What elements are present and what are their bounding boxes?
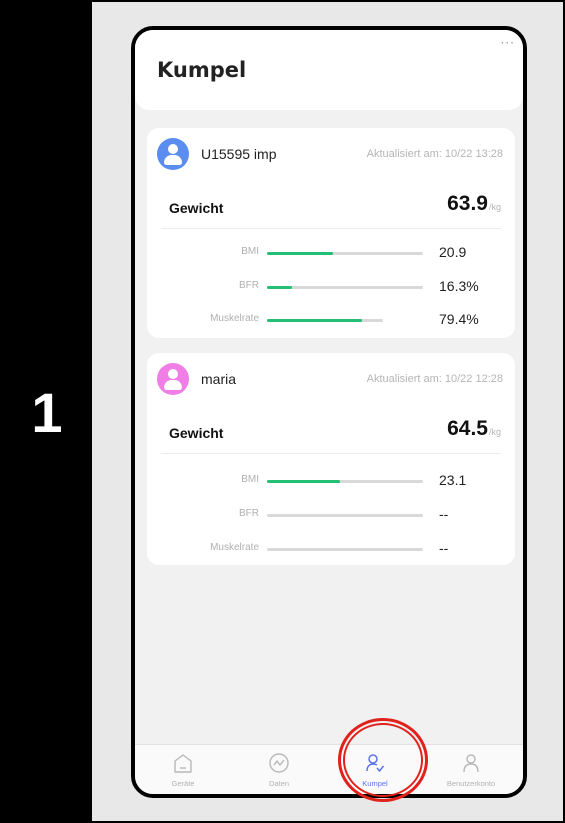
metric-value: 79.4% — [439, 311, 479, 327]
metric-value: 20.9 — [439, 244, 467, 260]
divider — [161, 453, 501, 454]
metric-row-bmi: BMI 23.1 — [147, 471, 515, 491]
instruction-frame: 1 Kumpel ··· U15595 imp Aktualisiert am:… — [0, 0, 565, 823]
metric-value: 16.3% — [439, 278, 479, 294]
app-header: Kumpel — [135, 30, 523, 110]
user-card[interactable]: maria Aktualisiert am: 10/22 12:28 Gewic… — [147, 353, 515, 565]
step-number: 1 — [31, 381, 63, 444]
metric-row-muskelrate: Muskelrate 79.4% — [147, 310, 515, 330]
tab-benutzerkonto[interactable]: Benutzerkonto — [423, 745, 519, 794]
metric-row-bmi: BMI 20.9 — [147, 243, 515, 263]
page-title: Kumpel — [157, 58, 247, 82]
updated-timestamp: Aktualisiert am: 10/22 12:28 — [366, 373, 503, 385]
metric-bar — [267, 252, 423, 255]
updated-timestamp: Aktualisiert am: 10/22 13:28 — [366, 148, 503, 160]
metric-label: Muskelrate — [210, 542, 259, 553]
tab-daten[interactable]: Daten — [231, 745, 327, 794]
metric-label: BMI — [241, 474, 259, 485]
metric-bar — [267, 514, 423, 517]
metric-label: BFR — [239, 280, 259, 291]
weight-value: 63.9/kg — [447, 192, 501, 215]
weight-unit: /kg — [488, 427, 501, 437]
metric-label: BFR — [239, 508, 259, 519]
weight-label: Gewicht — [169, 200, 224, 216]
metric-value: 23.1 — [439, 472, 467, 488]
metric-bar — [267, 286, 423, 289]
user-card[interactable]: U15595 imp Aktualisiert am: 10/22 13:28 … — [147, 128, 515, 338]
tab-label: Benutzerkonto — [446, 779, 496, 788]
highlight-circle-inner — [343, 723, 423, 797]
more-icon[interactable]: ··· — [501, 36, 515, 50]
tab-geraete[interactable]: Geräte — [135, 745, 231, 794]
metric-bar — [267, 548, 423, 551]
user-name: maria — [201, 371, 237, 387]
tab-label: Geräte — [171, 779, 195, 788]
metric-bar — [267, 319, 383, 322]
phone-screen: Kumpel ··· U15595 imp Aktualisiert am: 1… — [131, 26, 527, 798]
avatar-icon — [157, 138, 189, 170]
step-column: 1 — [2, 2, 92, 823]
metric-value: -- — [439, 506, 449, 522]
metric-label: BMI — [241, 246, 259, 257]
metric-row-bfr: BFR -- — [147, 505, 515, 525]
weight-label: Gewicht — [169, 425, 224, 441]
weight-value: 64.5/kg — [447, 417, 501, 440]
metric-label: Muskelrate — [210, 313, 259, 324]
metric-row-bfr: BFR 16.3% — [147, 277, 515, 297]
tab-bar: Geräte Daten Kumpel Benutzerkonto — [135, 744, 523, 794]
metric-bar — [267, 480, 423, 483]
metric-row-muskelrate: Muskelrate -- — [147, 539, 515, 559]
divider — [161, 228, 501, 229]
account-icon — [463, 754, 479, 773]
tab-label: Daten — [268, 779, 289, 788]
chart-pulse-icon — [269, 753, 289, 773]
metric-value: -- — [439, 540, 449, 556]
home-icon — [174, 754, 192, 773]
weight-unit: /kg — [488, 202, 501, 212]
user-name: U15595 imp — [201, 146, 277, 162]
avatar-icon — [157, 363, 189, 395]
